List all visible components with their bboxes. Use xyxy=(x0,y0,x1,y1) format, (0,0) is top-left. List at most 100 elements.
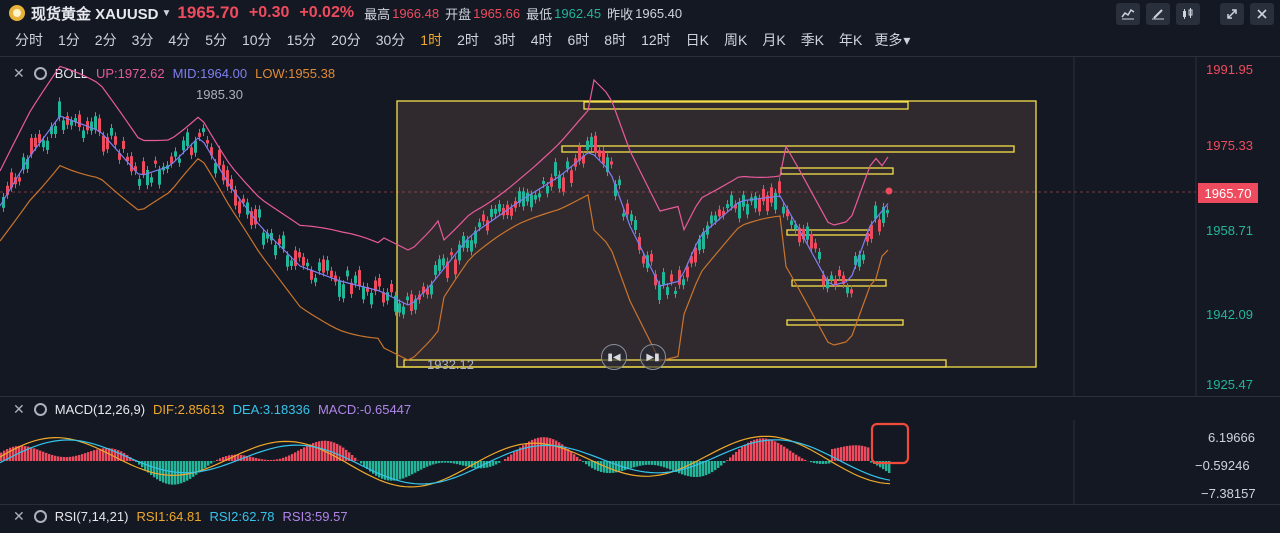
candle xyxy=(174,151,177,157)
candle xyxy=(202,128,205,133)
chart-type-icon[interactable] xyxy=(1116,3,1140,25)
divider xyxy=(0,396,1280,397)
timeframe-1[interactable]: 1分 xyxy=(58,30,80,50)
timeframe-19[interactable]: 月K xyxy=(762,30,785,50)
candle xyxy=(314,277,317,283)
timeframe-21[interactable]: 年K xyxy=(839,30,862,50)
candle xyxy=(562,177,565,192)
macd-bar xyxy=(381,461,384,479)
jump-start-icon[interactable]: ▮◀ xyxy=(601,344,627,370)
macd-bar xyxy=(63,457,66,461)
macd-bar xyxy=(585,461,588,465)
candle xyxy=(754,196,757,209)
timeframe-17[interactable]: 日K xyxy=(686,30,709,50)
candle xyxy=(494,208,497,214)
macd-bar xyxy=(450,461,453,464)
macd-bar xyxy=(669,461,672,470)
macd-bar xyxy=(843,446,846,461)
timeframe-18[interactable]: 周K xyxy=(724,30,747,50)
macd-bar xyxy=(459,461,462,465)
timeframe-10[interactable]: 1时 xyxy=(420,30,442,50)
macd-bar xyxy=(294,452,297,461)
candle xyxy=(774,192,777,210)
expand-icon[interactable] xyxy=(1220,3,1244,25)
candle xyxy=(434,265,437,275)
settings-gear-icon[interactable] xyxy=(33,509,47,523)
timeframe-12[interactable]: 3时 xyxy=(494,30,516,50)
macd-bar xyxy=(183,461,186,483)
timeframe-8[interactable]: 20分 xyxy=(331,30,361,50)
settings-gear-icon[interactable] xyxy=(33,402,47,416)
candle xyxy=(386,292,389,301)
timeframe-9[interactable]: 30分 xyxy=(376,30,406,50)
macd-bar xyxy=(552,439,555,461)
candle xyxy=(94,116,97,130)
candle xyxy=(758,198,761,212)
macd-bar xyxy=(813,461,816,464)
timeframe-7[interactable]: 15分 xyxy=(287,30,317,50)
symbol-title[interactable]: 现货黄金 XAUUSD xyxy=(31,3,159,24)
macd-bar xyxy=(555,440,558,461)
candle xyxy=(538,193,541,198)
rsi-name: RSI(7,14,21) xyxy=(54,508,129,524)
macd-bar xyxy=(105,448,108,461)
open-value: 1965.66 xyxy=(473,5,521,21)
close-icon[interactable]: ✕ xyxy=(13,508,25,525)
timeframe-15[interactable]: 8时 xyxy=(604,30,626,50)
candle xyxy=(478,222,481,228)
timeframe-14[interactable]: 6时 xyxy=(567,30,589,50)
macd-bar xyxy=(717,461,720,468)
macd-chart[interactable] xyxy=(0,420,1200,504)
macd-bar xyxy=(645,461,648,465)
macd-bar xyxy=(303,447,306,461)
macd-bar xyxy=(765,438,768,461)
candle xyxy=(710,215,713,224)
timeframe-6[interactable]: 10分 xyxy=(242,30,272,50)
timeframe-16[interactable]: 12时 xyxy=(641,30,671,50)
candle xyxy=(342,284,345,299)
more-timeframes-button[interactable]: 更多 xyxy=(874,30,902,50)
timeframe-20[interactable]: 季K xyxy=(801,30,824,50)
macd-bar xyxy=(630,461,633,469)
timeframe-11[interactable]: 2时 xyxy=(457,30,479,50)
candle xyxy=(486,220,489,231)
candlestick-icon[interactable] xyxy=(1176,3,1200,25)
macd-bar xyxy=(822,461,825,464)
candle xyxy=(70,120,73,126)
timeframe-0[interactable]: 分时 xyxy=(15,30,43,50)
macd-bar xyxy=(249,456,252,461)
macd-bar xyxy=(708,461,711,474)
timeframe-4[interactable]: 4分 xyxy=(168,30,190,50)
timeframe-13[interactable]: 4时 xyxy=(531,30,553,50)
macd-bar xyxy=(270,459,273,461)
macd-bar xyxy=(39,450,42,461)
jump-end-icon[interactable]: ▶▮ xyxy=(640,344,666,370)
macd-bar xyxy=(378,461,381,478)
macd-bar xyxy=(264,459,267,461)
candle xyxy=(530,194,533,208)
timeframe-3[interactable]: 3分 xyxy=(132,30,154,50)
price-chart[interactable] xyxy=(0,56,1200,396)
chevron-down-icon[interactable]: ▼ xyxy=(162,8,172,19)
close-icon[interactable]: ✕ xyxy=(13,401,25,418)
macd-bar xyxy=(165,461,168,484)
candle xyxy=(634,220,637,231)
macd-bar xyxy=(801,458,804,461)
candle xyxy=(194,140,197,153)
close-icon[interactable] xyxy=(1250,3,1274,25)
timeframe-2[interactable]: 2分 xyxy=(95,30,117,50)
price-change-pct: +0.02% xyxy=(299,4,355,21)
macd-bar xyxy=(30,447,33,461)
macd-bar xyxy=(276,459,279,461)
macd-bar xyxy=(42,451,45,461)
candle xyxy=(318,262,321,271)
candle xyxy=(626,203,629,215)
candle xyxy=(346,270,349,277)
draw-pen-icon[interactable] xyxy=(1146,3,1170,25)
candle xyxy=(66,116,69,125)
timeframe-5[interactable]: 5分 xyxy=(205,30,227,50)
macd-bar xyxy=(36,449,39,461)
chevron-down-icon[interactable]: ▾ xyxy=(903,32,910,49)
candle xyxy=(602,150,605,164)
macd-bar xyxy=(747,442,750,461)
